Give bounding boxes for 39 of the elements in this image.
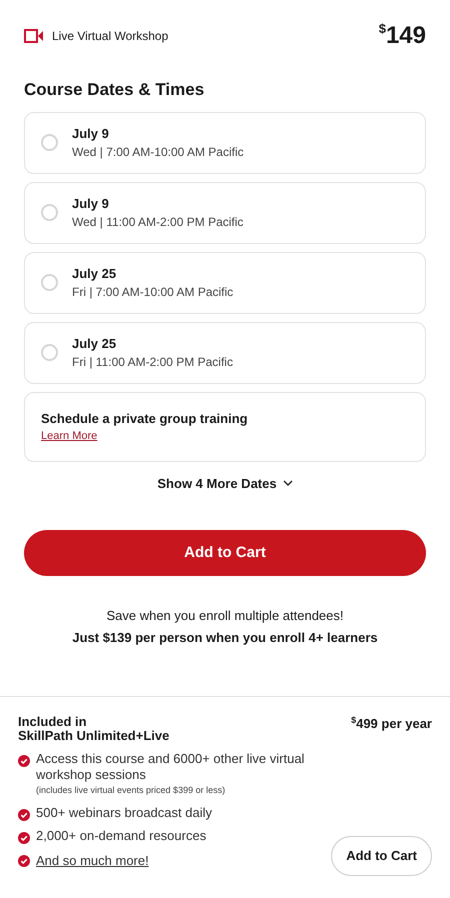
- subscription-title: Included in SkillPath Unlimited+Live: [18, 715, 170, 743]
- radio-button[interactable]: [41, 274, 58, 291]
- time-label: Fri | 11:00 AM-2:00 PM Pacific: [72, 354, 233, 372]
- learn-more-link[interactable]: Learn More: [41, 428, 98, 444]
- private-training-title: Schedule a private group training: [41, 410, 249, 428]
- video-camera-icon: [24, 28, 44, 44]
- subscription-price: $499 per year: [351, 715, 432, 733]
- promo-bold-text: Just $139 per person when you enroll 4+ learners: [72, 628, 378, 647]
- date-label: July 25: [72, 264, 118, 283]
- date-option[interactable]: July 9 Wed | 7:00 AM-10:00 AM Pacific: [24, 112, 426, 174]
- radio-button[interactable]: [41, 344, 58, 361]
- chevron-down-icon: [282, 480, 293, 486]
- more-link[interactable]: And so much more!: [36, 850, 149, 870]
- radio-button[interactable]: [41, 204, 58, 221]
- date-option[interactable]: July 25 Fri | 7:00 AM-10:00 AM Pacific: [24, 252, 426, 314]
- radio-button[interactable]: [41, 134, 58, 151]
- date-label: July 9: [72, 194, 110, 213]
- date-option[interactable]: July 9 Wed | 11:00 AM-2:00 PM Pacific: [24, 182, 426, 244]
- check-badge-icon: [18, 808, 30, 820]
- date-label: July 25: [72, 334, 118, 353]
- check-badge-icon: [18, 755, 30, 767]
- subscription-add-to-cart-button[interactable]: Add to Cart: [331, 836, 432, 876]
- add-to-cart-button[interactable]: Add to Cart: [24, 530, 426, 576]
- time-label: Wed | 7:00 AM-10:00 AM Pacific: [72, 144, 244, 162]
- check-badge-icon: [18, 854, 30, 866]
- feature-text: 2,000+ on-demand resources: [36, 828, 206, 844]
- format-label: Live Virtual Workshop: [52, 28, 168, 45]
- section-title: Course Dates & Times: [24, 79, 206, 101]
- price: $149: [378, 22, 426, 50]
- date-option[interactable]: July 25 Fri | 11:00 AM-2:00 PM Pacific: [24, 322, 426, 384]
- show-more-dates-button[interactable]: Show 4 More Dates: [157, 474, 293, 493]
- feature-text: 500+ webinars broadcast daily: [36, 804, 212, 820]
- check-badge-icon: [18, 832, 30, 844]
- feature-text: Access this course and 6000+ other live virtual workshop sessions: [36, 751, 306, 783]
- time-label: Fri | 7:00 AM-10:00 AM Pacific: [72, 284, 234, 302]
- date-label: July 9: [72, 124, 110, 143]
- time-label: Wed | 11:00 AM-2:00 PM Pacific: [72, 214, 244, 232]
- feature-note: (includes live virtual events priced $399 or less): [36, 784, 226, 797]
- promo-text: Save when you enroll multiple attendees!: [106, 607, 344, 625]
